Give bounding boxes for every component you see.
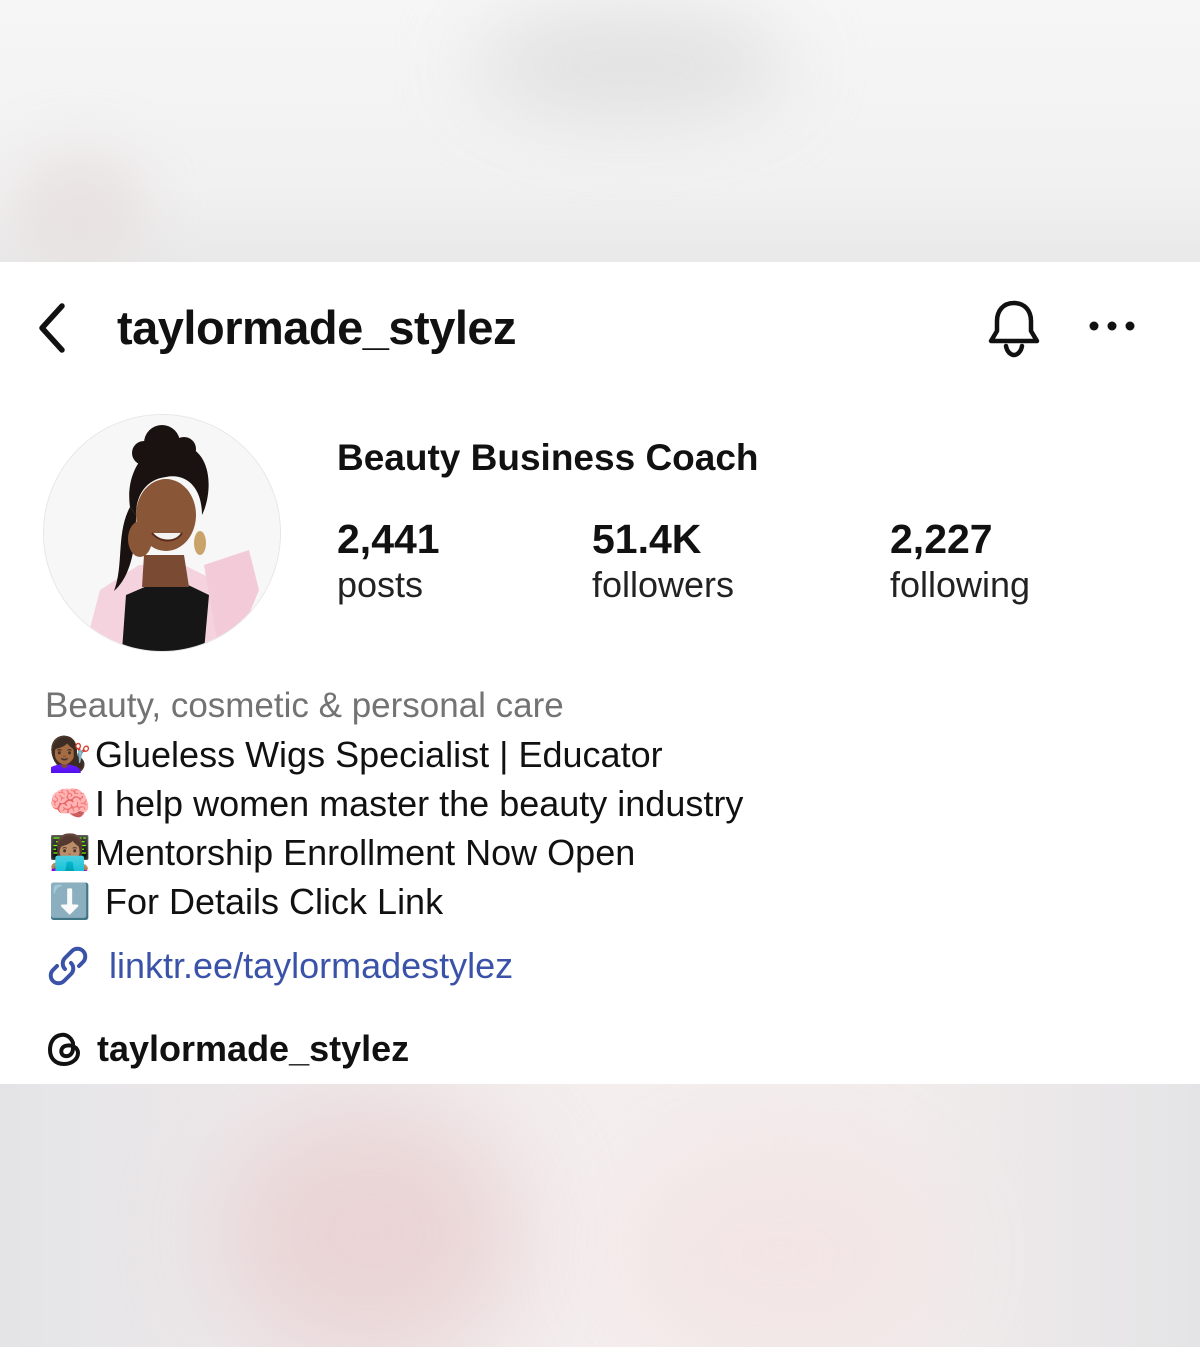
stat-followers-count: 51.4K <box>592 516 702 562</box>
bio-text: For Details Click Link <box>95 881 444 922</box>
chevron-left-icon <box>39 303 65 353</box>
stat-posts[interactable]: 2,441 posts <box>337 515 440 607</box>
profile-avatar[interactable] <box>43 414 281 652</box>
haircut-emoji-icon: 💇🏾‍♀️ <box>48 735 92 775</box>
profile-link-text[interactable]: linktr.ee/taylormadestylez <box>109 945 513 987</box>
threads-icon <box>48 1032 80 1066</box>
bio-text: Mentorship Enrollment Now Open <box>95 832 636 873</box>
bio-line: ⬇️ For Details Click Link <box>45 879 443 925</box>
link-icon <box>48 946 88 986</box>
profile-display-name: Beauty Business Coach <box>337 437 759 478</box>
profile-category: Beauty, cosmetic & personal care <box>45 686 564 725</box>
notifications-button[interactable] <box>982 296 1046 360</box>
laptop-woman-emoji-icon: 👩🏽‍💻 <box>48 833 92 873</box>
stat-following[interactable]: 2,227 following <box>890 515 1030 607</box>
more-options-button[interactable] <box>1084 306 1140 346</box>
profile-username-title: taylormade_stylez <box>117 301 517 354</box>
bio-text: Glueless Wigs Specialist | Educator <box>95 734 663 775</box>
stat-posts-label: posts <box>337 564 424 605</box>
bio-line: 💇🏾‍♀️ Glueless Wigs Specialist | Educato… <box>45 732 663 778</box>
threads-handle: taylormade_stylez <box>97 1028 410 1069</box>
stat-following-count: 2,227 <box>890 516 993 562</box>
blurred-background-bottom <box>0 1084 1200 1347</box>
brain-emoji-icon: 🧠 <box>48 784 92 824</box>
bio-line: 🧠 I help women master the beauty industr… <box>45 781 744 827</box>
blurred-background-top <box>0 0 1200 262</box>
stat-following-label: following <box>890 564 1031 605</box>
stat-followers[interactable]: 51.4K followers <box>592 515 734 607</box>
bio-line: 👩🏽‍💻 Mentorship Enrollment Now Open <box>45 830 635 876</box>
profile-link[interactable]: linktr.ee/taylormadestylez <box>45 942 513 990</box>
profile-photo <box>44 415 280 651</box>
bio-text: I help women master the beauty industry <box>95 783 744 824</box>
stat-posts-count: 2,441 <box>337 516 440 562</box>
ellipsis-icon <box>1089 321 1135 331</box>
bell-icon <box>988 300 1040 358</box>
down-arrow-emoji-icon: ⬇️ <box>48 882 92 922</box>
stat-followers-label: followers <box>592 564 735 605</box>
back-button[interactable] <box>30 300 74 356</box>
threads-badge[interactable]: taylormade_stylez <box>45 1026 409 1072</box>
